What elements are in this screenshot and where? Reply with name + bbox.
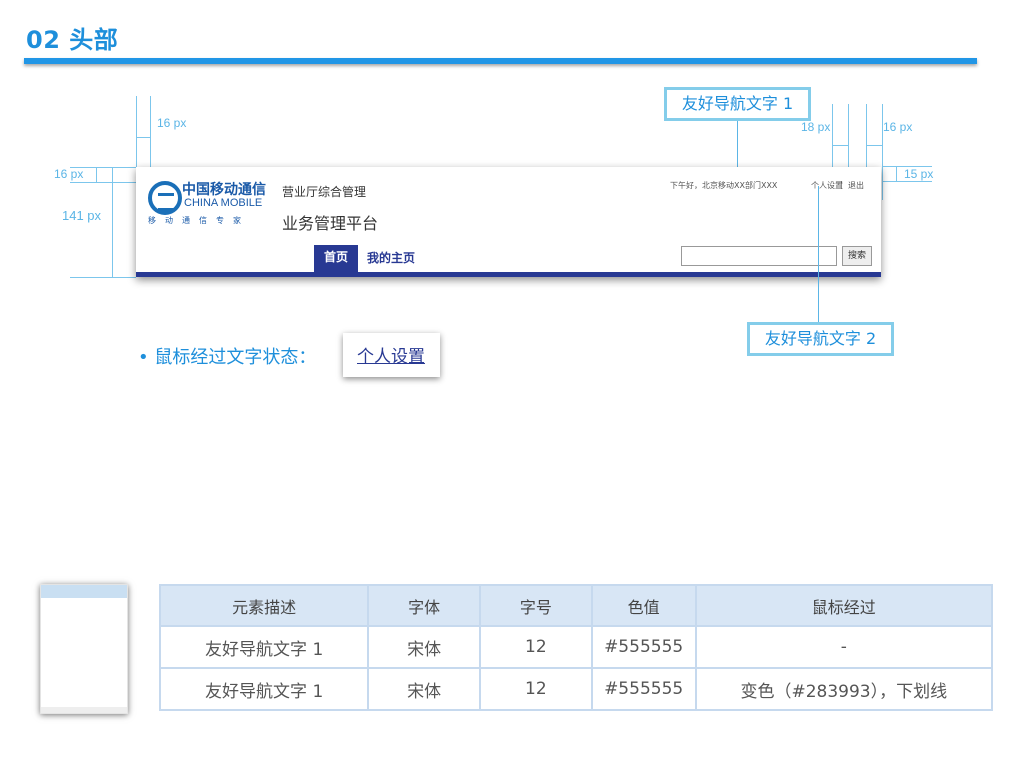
table-cell: 宋体 xyxy=(367,625,481,669)
table-header-cell: 字号 xyxy=(479,584,593,627)
table-header-cell: 元素描述 xyxy=(158,584,370,627)
callout-friendly-nav-1: 友好导航文字 1 xyxy=(664,87,811,121)
logo-text-cn: 中国移动通信 xyxy=(182,182,266,198)
header-bottom-bar xyxy=(136,272,881,277)
callout-pointer xyxy=(818,186,819,324)
guide-arrow xyxy=(136,137,150,138)
callout-friendly-nav-2: 友好导航文字 2 xyxy=(747,322,894,356)
table-cell: 变色（#283993），下划线 xyxy=(694,667,994,711)
china-mobile-logo-icon xyxy=(148,181,182,215)
guide-arrow xyxy=(112,167,113,277)
guide-line xyxy=(70,277,136,278)
guide-arrow xyxy=(896,166,897,181)
guide-arrow xyxy=(866,145,882,146)
table-cell: #555555 xyxy=(590,625,697,669)
search-input[interactable] xyxy=(681,246,837,266)
table-cell: #555555 xyxy=(590,667,697,711)
page-thumbnail xyxy=(40,584,128,714)
logo-text-en: CHINA MOBILE xyxy=(184,197,263,209)
hover-state-sample: 个人设置 xyxy=(343,333,440,377)
nav-tab-my-page[interactable]: 我的主页 xyxy=(367,249,415,266)
table-row: 友好导航文字 1 宋体 12 #555555 变色（#283993），下划线 xyxy=(158,667,994,711)
guide-line xyxy=(882,104,883,200)
measure-top-gap: 16 px xyxy=(54,167,84,181)
measure-left-gap: 16 px xyxy=(157,116,187,130)
table-cell: - xyxy=(694,625,994,669)
table-cell: 友好导航文字 1 xyxy=(158,667,370,711)
search-button[interactable]: 搜索 xyxy=(842,246,872,266)
friendly-nav-greeting: 下午好，北京移动XX部门XXX xyxy=(670,181,778,190)
measure-right-top-gap: 15 px xyxy=(904,167,934,181)
friendly-nav-settings-link[interactable]: 个人设置 xyxy=(811,180,843,191)
nav-tab-home[interactable]: 首页 xyxy=(314,245,358,273)
table-header-cell: 鼠标经过 xyxy=(694,584,994,627)
table-header-cell: 色值 xyxy=(590,584,697,627)
table-cell: 宋体 xyxy=(367,667,481,711)
table-header-row: 元素描述 字体 字号 色值 鼠标经过 xyxy=(158,584,994,627)
friendly-nav-separator: | xyxy=(840,180,843,189)
callout-label: 友好导航文字 1 xyxy=(681,94,794,113)
table-row: 友好导航文字 1 宋体 12 #555555 - xyxy=(158,625,994,669)
callout-label: 友好导航文字 2 xyxy=(764,329,877,348)
table-cell: 12 xyxy=(479,667,593,711)
measure-sep-gap: 18 px xyxy=(801,120,831,134)
hover-sample-link[interactable]: 个人设置 xyxy=(357,342,425,367)
measure-right-gap: 16 px xyxy=(883,120,913,134)
guide-arrow xyxy=(832,145,848,146)
guide-line xyxy=(882,181,932,182)
table-header-cell: 字体 xyxy=(367,584,481,627)
section-title: 02 头部 xyxy=(26,26,119,54)
hover-state-label: • 鼠标经过文字状态： xyxy=(138,347,317,368)
table-cell: 友好导航文字 1 xyxy=(158,625,370,669)
table-cell: 12 xyxy=(479,625,593,669)
logo-slogan: 移动通信专家 xyxy=(148,216,250,225)
spec-table: 元素描述 字体 字号 色值 鼠标经过 友好导航文字 1 宋体 12 #55555… xyxy=(158,584,994,711)
thumbnail-header xyxy=(41,585,127,598)
header-mockup: 中国移动通信 CHINA MOBILE 移动通信专家 营业厅综合管理 业务管理平… xyxy=(136,167,881,277)
section-divider xyxy=(24,58,977,64)
platform-subtitle: 营业厅综合管理 xyxy=(282,185,367,199)
guide-arrow xyxy=(96,167,97,182)
measure-header-height: 141 px xyxy=(62,208,102,223)
guide-line xyxy=(70,182,140,183)
thumbnail-footer xyxy=(41,707,127,713)
platform-title: 业务管理平台 xyxy=(282,214,379,233)
friendly-nav-logout-link[interactable]: 退出 xyxy=(848,180,864,191)
